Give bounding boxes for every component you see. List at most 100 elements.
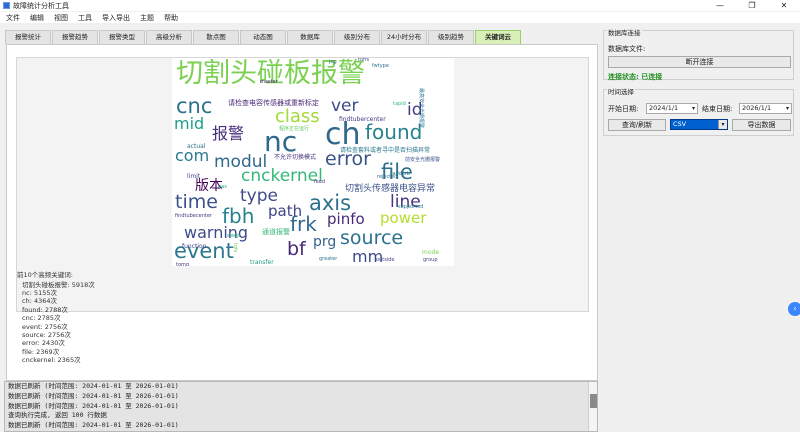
top-keywords-heading: 前10个高频关键词: <box>17 271 73 279</box>
wordcloud-word: findtubecenter <box>175 213 212 219</box>
log-scrollbar[interactable] <box>588 382 597 431</box>
keyword-cloud-panel: 切割头碰板报警 nc ch found cnc event source error file c… <box>6 44 598 381</box>
wordcloud-word: time <box>175 191 218 213</box>
tab-bar: 报警统计 报警趋势 报警类型 高级分析 散点图 动态图 数据库 级别分布 24小… <box>5 30 522 44</box>
end-date-picker[interactable]: 2026/1/1 ▾ <box>739 103 792 114</box>
right-control-panel: 数据库连接 数据库文件: 断开连接 连接状态: 已连接 时间选择 开始日期: 2… <box>603 27 794 136</box>
wordcloud-word: 报警 <box>212 124 245 143</box>
menu-edit[interactable]: 编辑 <box>30 13 44 23</box>
tab-database[interactable]: 数据库 <box>287 30 333 44</box>
tab-alarm-type[interactable]: 报警类型 <box>99 30 145 44</box>
wordcloud-word: master <box>260 79 278 85</box>
wordcloud-word: findtubercenter <box>339 116 386 123</box>
end-date-value: 2026/1/1 <box>742 104 772 112</box>
menu-import-export[interactable]: 导入导出 <box>102 13 130 23</box>
wordcloud-word: 切割头传感器电容异常 <box>345 184 436 194</box>
disconnect-button[interactable]: 断开连接 <box>608 56 791 68</box>
wordcloud-word: nc <box>264 125 298 158</box>
menu-help[interactable]: 帮助 <box>164 13 178 23</box>
log-line: 查询执行完成, 返回 100 行数据 <box>8 411 107 420</box>
keyword-item: error: 2430次 <box>22 339 65 348</box>
close-button[interactable]: ✕ <box>768 0 800 11</box>
chevron-down-icon: ▾ <box>691 105 695 112</box>
wordcloud-word: frk <box>290 212 317 236</box>
tab-animation[interactable]: 动态图 <box>240 30 286 44</box>
keyword-item: event: 2756次 <box>22 322 68 331</box>
db-file-label: 数据库文件: <box>608 45 646 53</box>
wordcloud-word: 不允许切换模式 <box>274 154 317 161</box>
wordcloud-word: power <box>380 209 427 227</box>
wordcloud-word: fwtype <box>372 63 389 69</box>
app-icon <box>3 2 10 9</box>
wordcloud-word: tomg <box>176 262 190 267</box>
start-date-label: 开始日期: <box>608 105 639 113</box>
wordcloud-word: modul <box>214 152 268 172</box>
wordcloud-word: mode <box>422 249 440 256</box>
tab-alarm-trend[interactable]: 报警趋势 <box>52 30 98 44</box>
wordcloud-word: transfer <box>250 259 274 266</box>
tab-24h-distribution[interactable]: 24小时分布 <box>381 30 427 44</box>
wordcloud-word: actual <box>187 143 206 150</box>
wordcloud-word: ch <box>325 117 361 152</box>
log-line: 数据已刷新 (时间范围: 2024-01-01 至 2026-01-01) <box>8 382 179 390</box>
wordcloud-word: mid <box>174 114 205 133</box>
wordcloud-word: pinfo <box>327 210 365 228</box>
tab-level-distribution[interactable]: 级别分布 <box>334 30 380 44</box>
menu-theme[interactable]: 主题 <box>140 13 154 23</box>
export-format-select[interactable]: CSV ▾ <box>670 119 728 130</box>
export-data-button[interactable]: 导出数据 <box>732 119 791 131</box>
tab-keyword-cloud[interactable]: 关键词云 <box>475 30 521 44</box>
time-selection-group: 时间选择 开始日期: 2024/1/1 ▾ 结束日期: 2026/1/1 ▾ 查… <box>603 86 794 136</box>
menu-bar: 文件 编辑 视图 工具 导入导出 主题 帮助 <box>0 12 800 23</box>
wordcloud-word: jog <box>329 59 337 65</box>
wordcloud-frame: 切割头碰板报警 nc ch found cnc event source error file c… <box>16 57 589 312</box>
menu-file[interactable]: 文件 <box>6 13 20 23</box>
wordcloud-word: 程序正在运行 <box>279 126 310 132</box>
start-date-picker[interactable]: 2024/1/1 ▾ <box>646 103 698 114</box>
window-controls: — ❐ ✕ <box>704 0 800 11</box>
wordcloud-word: sleep <box>227 233 241 239</box>
wordcloud-word: prg <box>313 234 337 250</box>
query-refresh-button[interactable]: 查询/刷新 <box>608 119 666 131</box>
chevron-left-icon[interactable]: ‹ <box>788 302 800 316</box>
wordcloud-word: 最高安全光栅报警 <box>418 88 424 129</box>
wordcloud-word: limit <box>187 173 201 180</box>
wordcloud-word: class <box>275 106 320 127</box>
minimize-button[interactable]: — <box>704 0 736 11</box>
log-line: 数据已刷新 (时间范围: 2024-01-01 至 2026-01-01) <box>8 421 179 430</box>
wordcloud-word: feed <box>314 179 326 185</box>
menu-tools[interactable]: 工具 <box>78 13 92 23</box>
end-date-label: 结束日期: <box>702 105 733 113</box>
wordcloud-word: tapid <box>393 101 406 107</box>
wordcloud-word: supported <box>398 204 424 210</box>
time-group-title: 时间选择 <box>607 86 635 96</box>
log-scrollbar-thumb[interactable] <box>590 394 597 408</box>
wordcloud-word: 请检查套料或者寻中是否扫描异常 <box>340 147 431 154</box>
tab-level-trend[interactable]: 级别趋势 <box>428 30 474 44</box>
wordcloud-word: 通道报警 <box>262 228 290 236</box>
wordcloud-word: com <box>175 146 210 165</box>
title-bar: 故障统计分析工具 — ❐ ✕ <box>0 0 800 11</box>
export-format-value: CSV <box>673 120 687 128</box>
chevron-down-icon: ▾ <box>718 120 727 129</box>
connection-status: 连接状态: 已连接 <box>608 73 663 81</box>
wordcloud-word: ver <box>331 96 359 116</box>
wordcloud-word: source <box>340 227 404 249</box>
keyword-item: ch: 4364次 <box>22 297 57 306</box>
start-date-value: 2024/1/1 <box>649 104 679 112</box>
wordcloud-word: greater <box>319 256 338 262</box>
tab-alarm-stats[interactable]: 报警统计 <box>5 30 51 44</box>
db-group-title: 数据库连接 <box>607 27 642 37</box>
keyword-item: cnc: 2785次 <box>22 314 61 323</box>
maximize-button[interactable]: ❐ <box>736 0 768 11</box>
tab-advanced-analysis[interactable]: 高级分析 <box>146 30 192 44</box>
log-line: 数据已刷新 (时间范围: 2024-01-01 至 2026-01-01) <box>8 401 179 410</box>
chevron-down-icon: ▾ <box>785 105 789 112</box>
wordcloud-word: found <box>365 120 423 144</box>
keyword-item: file: 2369次 <box>22 347 60 356</box>
log-output[interactable]: 数据已刷新 (时间范围: 2024-01-01 至 2026-01-01) 数据… <box>4 381 598 432</box>
wordcloud-word: toffs <box>358 58 370 63</box>
menu-view[interactable]: 视图 <box>54 13 68 23</box>
keyword-item: cnckernel: 2365次 <box>22 356 81 365</box>
tab-scatter[interactable]: 散点图 <box>193 30 239 44</box>
